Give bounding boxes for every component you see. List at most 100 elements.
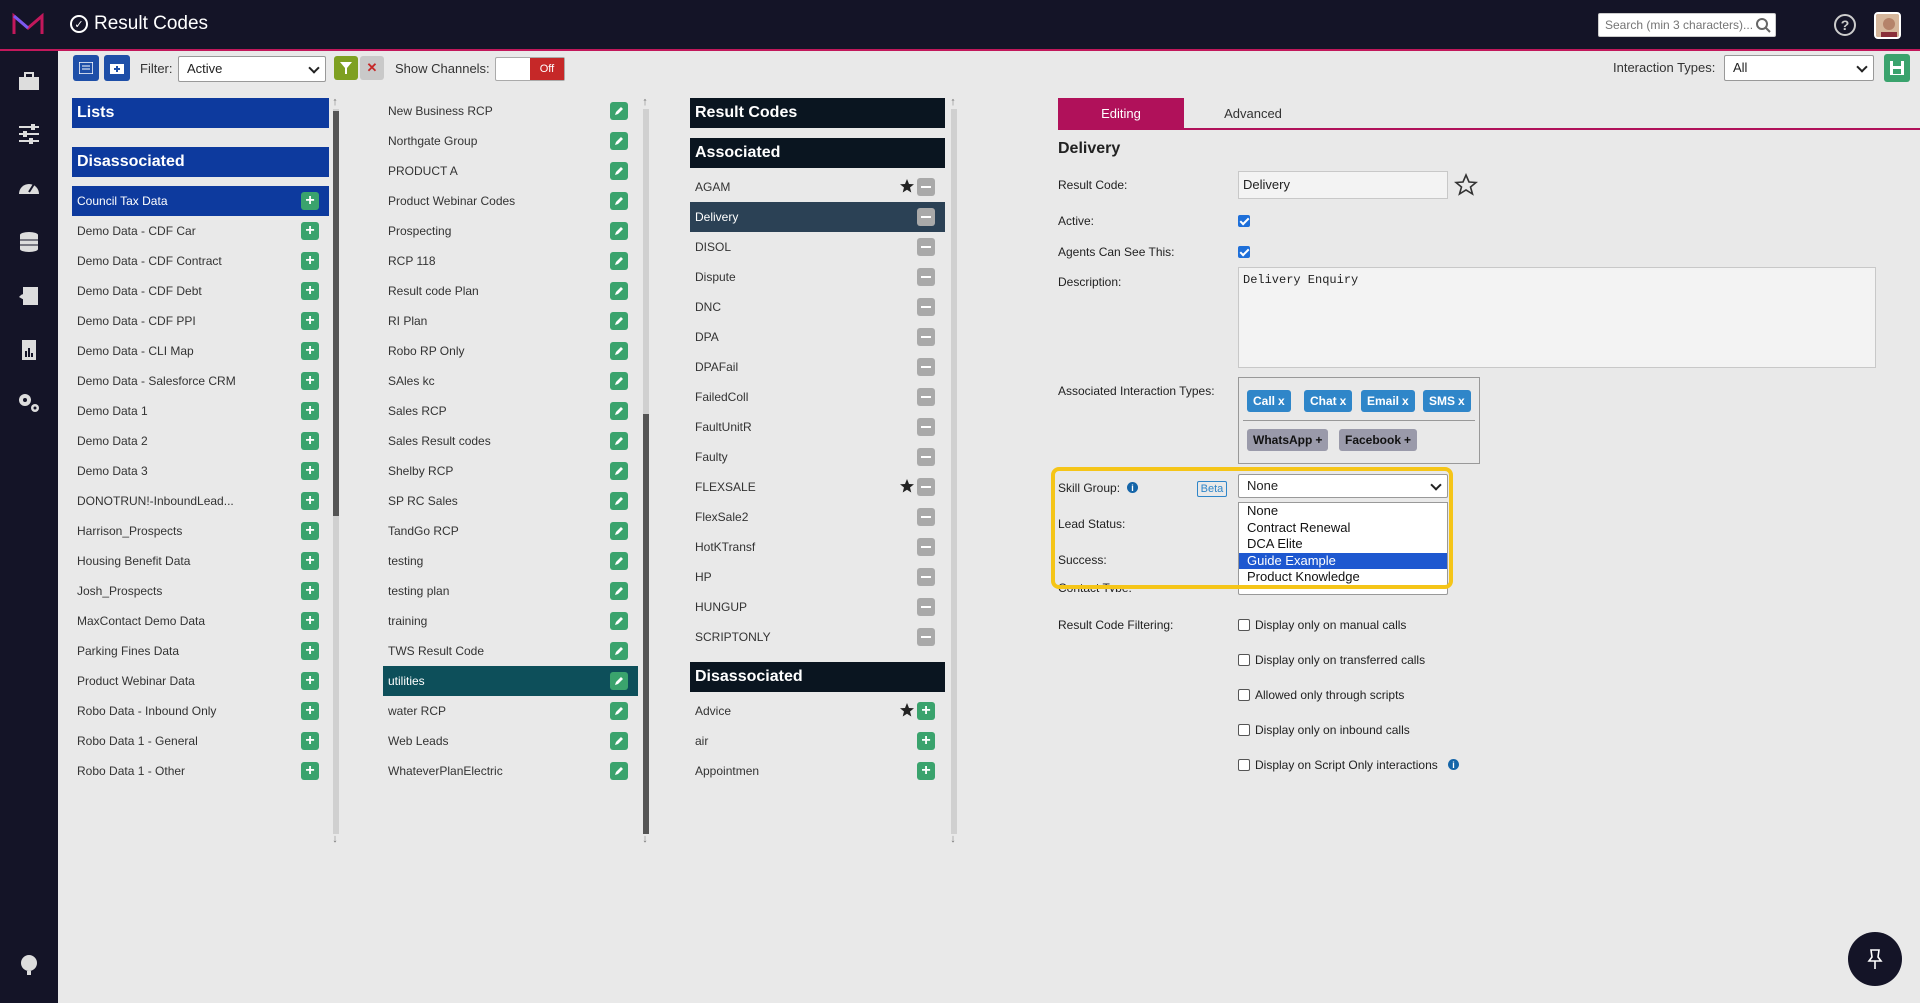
edit-plan-button[interactable] [610,732,628,750]
plan-item[interactable]: utilities [383,666,638,696]
show-channels-toggle[interactable]: Off [495,57,565,81]
interaction-tag[interactable]: Chat x [1304,390,1353,412]
edit-plan-button[interactable] [610,462,628,480]
remove-code-button[interactable] [917,538,935,556]
plan-item[interactable]: Northgate Group [383,126,638,156]
associated-code-item[interactable]: AGAM [690,172,945,202]
plan-item[interactable]: WhateverPlanElectric [383,756,638,786]
list-item[interactable]: Demo Data - CDF Car + [72,216,329,246]
remove-code-button[interactable] [917,208,935,226]
associated-code-item[interactable]: Delivery [690,202,945,232]
global-search-input[interactable] [1598,13,1776,37]
edit-plan-button[interactable] [610,672,628,690]
edit-plan-button[interactable] [610,252,628,270]
info-icon[interactable]: i [1448,759,1459,770]
result-codes-scrollbar[interactable] [951,109,957,834]
remove-code-button[interactable] [917,448,935,466]
plan-item[interactable]: training [383,606,638,636]
available-tag[interactable]: WhatsApp + [1247,429,1329,451]
interaction-tag[interactable]: Call x [1247,390,1291,412]
tab-editing[interactable]: Editing [1058,98,1184,128]
list-item[interactable]: Parking Fines Data + [72,636,329,666]
add-list-button[interactable]: + [301,282,319,300]
add-list-button[interactable]: + [301,432,319,450]
add-list-button[interactable]: + [301,552,319,570]
add-list-button[interactable]: + [301,642,319,660]
add-list-button[interactable]: + [301,222,319,240]
remove-code-button[interactable] [917,298,935,316]
disassociated-code-item[interactable]: air + [690,726,945,756]
list-item[interactable]: Demo Data 1 + [72,396,329,426]
add-list-button[interactable]: + [301,372,319,390]
add-list-button[interactable]: + [301,342,319,360]
result-code-input[interactable]: Delivery [1238,171,1448,199]
filtering-checkbox[interactable] [1238,724,1250,736]
add-list-button[interactable]: + [301,192,319,210]
filtering-checkbox[interactable] [1238,619,1250,631]
interaction-tag[interactable]: Email x [1361,390,1415,412]
remove-code-button[interactable] [917,628,935,646]
associated-code-item[interactable]: DPAFail [690,352,945,382]
report-icon[interactable] [16,337,42,363]
edit-plan-button[interactable] [610,402,628,420]
remove-code-button[interactable] [917,478,935,496]
save-button[interactable] [1884,54,1910,82]
plan-item[interactable]: RCP 118 [383,246,638,276]
disassociated-code-item[interactable]: Appointmen + [690,756,945,786]
remove-tag-icon[interactable]: x [1278,394,1285,408]
associated-code-item[interactable]: FlexSale2 [690,502,945,532]
plan-item[interactable]: Result code Plan [383,276,638,306]
add-list-button[interactable]: + [301,702,319,720]
filtering-checkbox[interactable] [1238,759,1250,771]
plan-item[interactable]: testing plan [383,576,638,606]
edit-plan-button[interactable] [610,522,628,540]
associated-code-item[interactable]: Faulty [690,442,945,472]
edit-plan-button[interactable] [610,432,628,450]
remove-code-button[interactable] [917,418,935,436]
plan-item[interactable]: Robo RP Only [383,336,638,366]
edit-plan-button[interactable] [610,492,628,510]
associated-code-item[interactable]: FLEXSALE [690,472,945,502]
add-code-button[interactable]: + [917,702,935,720]
add-list-button[interactable]: + [301,402,319,420]
star-outline-icon[interactable] [1454,173,1478,197]
list-item[interactable]: Robo Data - Inbound Only + [72,696,329,726]
add-code-button[interactable]: + [917,732,935,750]
plan-item[interactable]: Product Webinar Codes [383,186,638,216]
scroll-up-icon[interactable]: ↑ [640,96,650,108]
plan-item[interactable]: SP RC Sales [383,486,638,516]
scroll-up-icon[interactable]: ↑ [948,96,958,108]
edit-plan-button[interactable] [610,282,628,300]
maxcontact-logo[interactable] [12,12,44,38]
remove-tag-icon[interactable]: x [1458,394,1465,408]
associated-code-item[interactable]: Dispute [690,262,945,292]
remove-code-button[interactable] [917,508,935,526]
list-item[interactable]: Demo Data - CDF Debt + [72,276,329,306]
edit-plan-button[interactable] [610,222,628,240]
add-list-button[interactable]: + [301,672,319,690]
remove-code-button[interactable] [917,178,935,196]
remove-code-button[interactable] [917,358,935,376]
edit-plan-button[interactable] [610,192,628,210]
list-item[interactable]: Product Webinar Data + [72,666,329,696]
scrollbar-thumb[interactable] [333,111,339,516]
remove-code-button[interactable] [917,568,935,586]
edit-plan-button[interactable] [610,642,628,660]
globe-icon[interactable] [16,951,42,977]
phone-book-icon[interactable] [16,283,42,309]
edit-plan-button[interactable] [610,162,628,180]
filtering-checkbox[interactable] [1238,689,1250,701]
disassociated-code-item[interactable]: Advice + [690,696,945,726]
tab-advanced[interactable]: Advanced [1190,98,1316,128]
edit-plan-button[interactable] [610,582,628,600]
agents-checkbox[interactable] [1238,246,1250,258]
dashboard-icon[interactable] [16,175,42,201]
list-item[interactable]: DONOTRUN!-InboundLead... + [72,486,329,516]
add-list-button[interactable]: + [301,762,319,780]
star-icon[interactable] [899,178,915,194]
associated-code-item[interactable]: DPA [690,322,945,352]
scrollbar-thumb[interactable] [643,414,649,834]
plan-item[interactable]: water RCP [383,696,638,726]
add-folder-button[interactable] [104,55,130,81]
scroll-down-icon[interactable]: ↓ [330,833,340,845]
